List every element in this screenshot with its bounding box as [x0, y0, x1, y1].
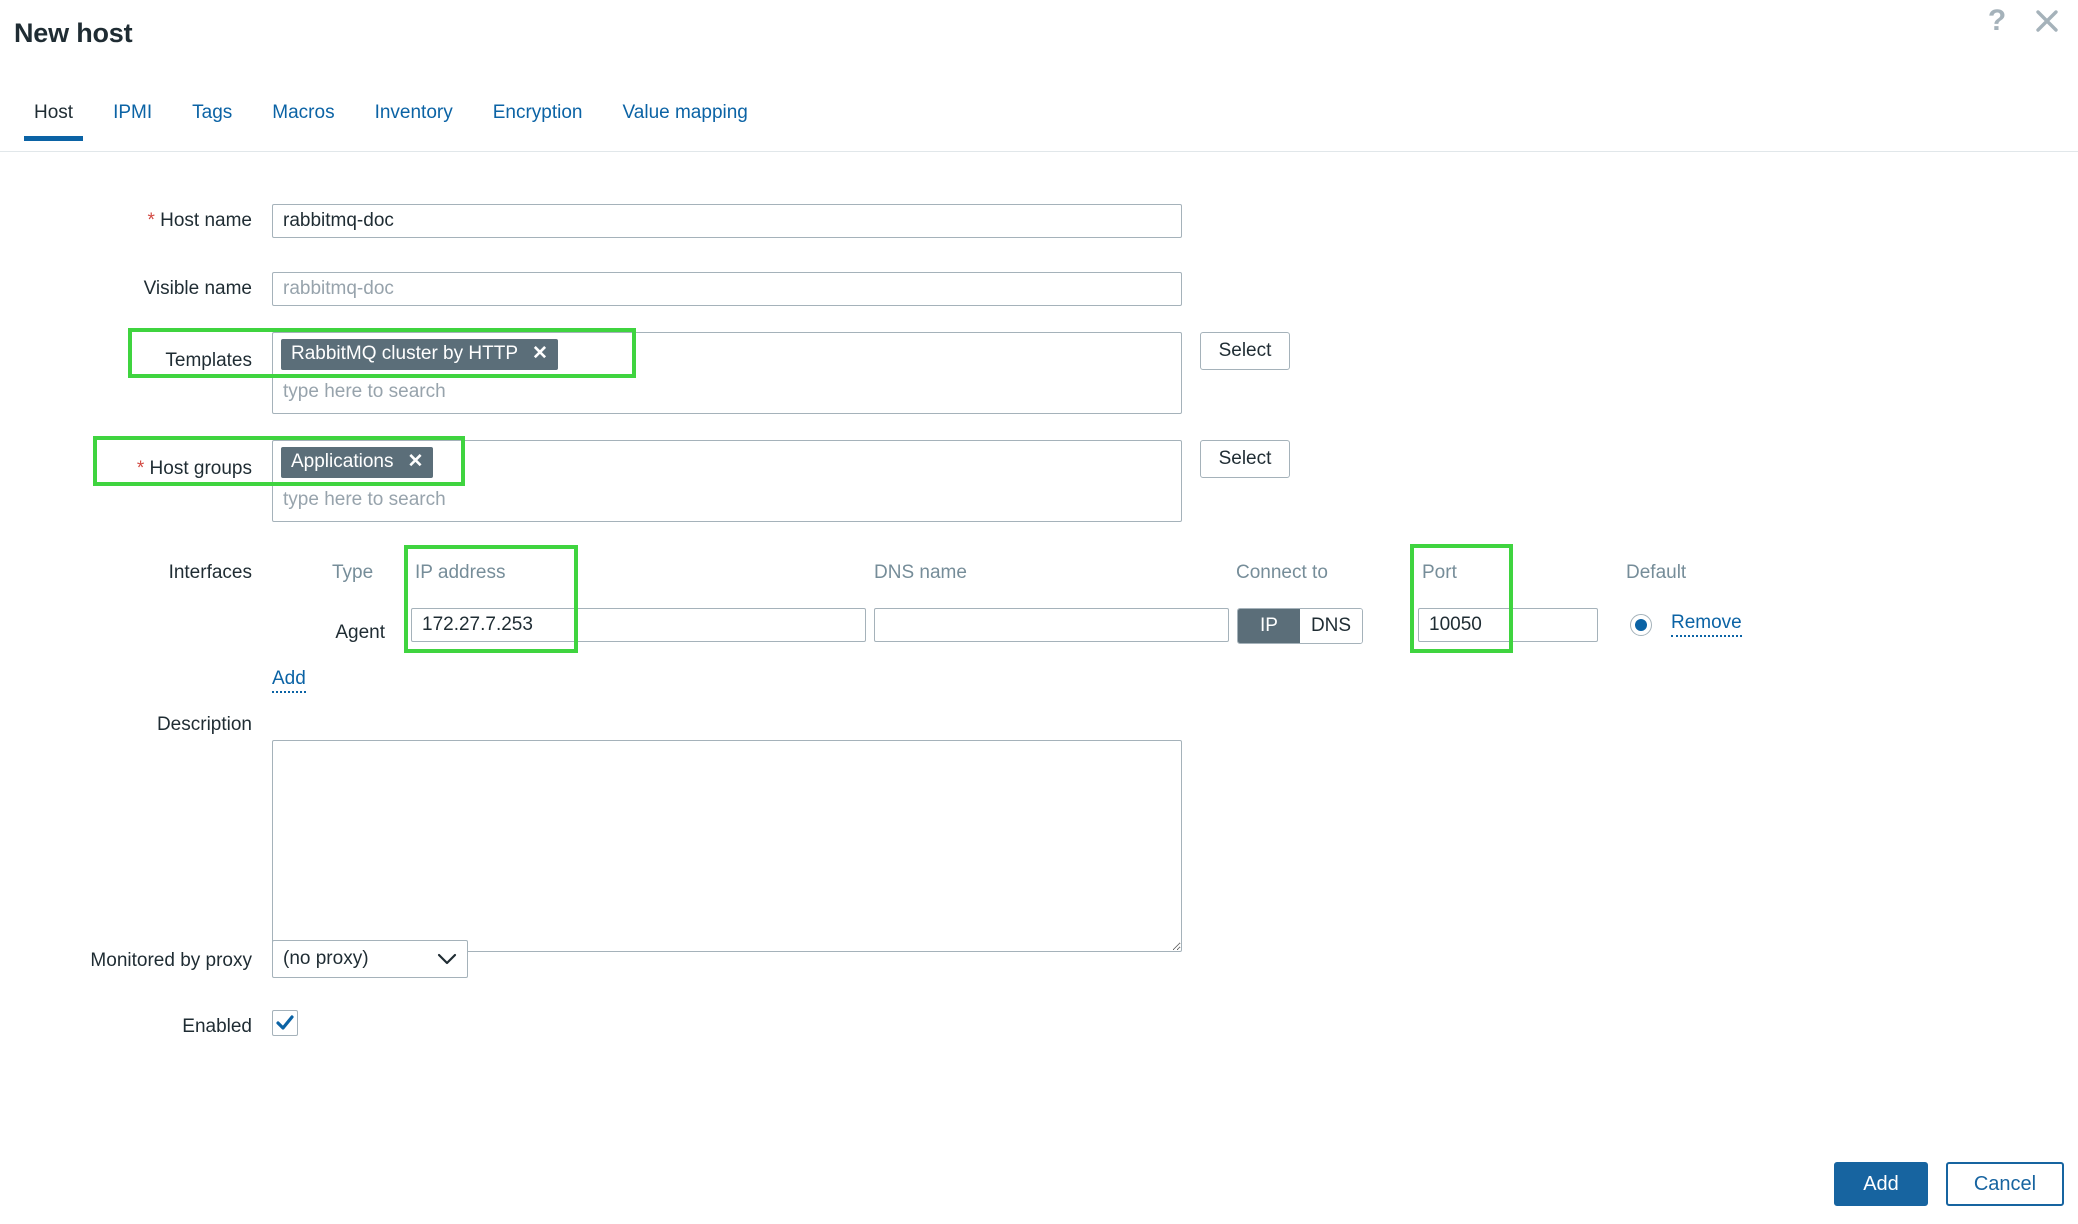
visible-name-label: Visible name: [143, 278, 252, 299]
host-name-label-text: Host name: [160, 210, 252, 231]
monitored-by-proxy-select[interactable]: (no proxy): [272, 940, 468, 978]
description-label: Description: [156, 714, 252, 735]
column-header-port: Port: [1422, 562, 1457, 583]
interface-type-agent: Agent: [335, 622, 385, 643]
host-name-label: * Host name: [0, 210, 252, 232]
close-icon[interactable]: [2032, 6, 2062, 36]
required-asterisk-host-name: *: [147, 210, 155, 231]
page-title: New host: [14, 18, 133, 48]
column-header-dns-name: DNS name: [874, 562, 967, 583]
new-host-dialog: New host ? Host IPMI Tags Macros Invento…: [0, 0, 2078, 1224]
templates-label: Templates: [165, 350, 252, 371]
monitored-by-proxy-label: Monitored by proxy: [90, 950, 252, 971]
required-asterisk-host-groups: *: [136, 458, 145, 479]
check-icon: [276, 1015, 294, 1030]
add-interface-link[interactable]: Add: [272, 668, 306, 693]
templates-chip-label: RabbitMQ cluster by HTTP: [291, 343, 518, 364]
column-header-type: Type: [332, 562, 374, 583]
tab-ipmi[interactable]: IPMI: [93, 102, 172, 140]
description-textarea[interactable]: [272, 740, 1182, 952]
remove-chip-icon[interactable]: ✕: [407, 452, 423, 472]
remove-interface-link[interactable]: Remove: [1671, 612, 1742, 637]
chevron-down-icon: [437, 953, 457, 965]
port-input[interactable]: [1418, 608, 1598, 642]
enabled-checkbox[interactable]: [272, 1010, 298, 1036]
templates-chip[interactable]: RabbitMQ cluster by HTTP ✕: [281, 339, 558, 370]
default-interface-radio[interactable]: [1630, 614, 1652, 636]
visible-name-input[interactable]: [272, 272, 1182, 306]
host-groups-select-button[interactable]: Select: [1200, 440, 1290, 478]
dialog-header: New host ?: [0, 0, 2078, 62]
host-groups-multiselect[interactable]: Applications ✕: [272, 440, 1182, 522]
host-groups-search-input[interactable]: [281, 489, 1138, 511]
host-groups-chip[interactable]: Applications ✕: [281, 447, 434, 478]
ip-address-input[interactable]: [411, 608, 866, 642]
host-groups-label: * Host groups: [0, 458, 252, 480]
dns-name-input[interactable]: [874, 608, 1229, 642]
column-header-default: Default: [1626, 562, 1687, 583]
connect-to-toggle[interactable]: IP DNS: [1237, 608, 1363, 644]
monitored-by-proxy-value: (no proxy): [283, 948, 369, 969]
interfaces-label: Interfaces: [168, 562, 252, 583]
add-button[interactable]: Add: [1834, 1162, 1928, 1206]
connect-to-option-ip[interactable]: IP: [1238, 609, 1300, 643]
tab-bar: Host IPMI Tags Macros Inventory Encrypti…: [0, 102, 2078, 152]
tab-macros[interactable]: Macros: [252, 102, 354, 140]
header-icon-group: ?: [1982, 6, 2062, 36]
remove-chip-icon[interactable]: ✕: [532, 344, 548, 364]
templates-select-button[interactable]: Select: [1200, 332, 1290, 370]
column-header-connect-to: Connect to: [1236, 562, 1328, 583]
cancel-button[interactable]: Cancel: [1946, 1162, 2064, 1206]
question-mark-icon[interactable]: ?: [1982, 6, 2012, 36]
enabled-label: Enabled: [182, 1016, 252, 1037]
tab-tags[interactable]: Tags: [172, 102, 252, 140]
host-groups-label-text: Host groups: [149, 458, 252, 479]
tab-host[interactable]: Host: [14, 102, 93, 141]
connect-to-option-dns[interactable]: DNS: [1300, 609, 1362, 643]
templates-search-input[interactable]: [281, 381, 1138, 403]
tab-inventory[interactable]: Inventory: [355, 102, 473, 140]
column-header-ip-address: IP address: [415, 562, 506, 583]
templates-multiselect[interactable]: RabbitMQ cluster by HTTP ✕: [272, 332, 1182, 414]
host-groups-chip-label: Applications: [291, 451, 394, 472]
tab-encryption[interactable]: Encryption: [473, 102, 603, 140]
host-name-input[interactable]: [272, 204, 1182, 238]
tab-value-mapping[interactable]: Value mapping: [603, 102, 768, 140]
